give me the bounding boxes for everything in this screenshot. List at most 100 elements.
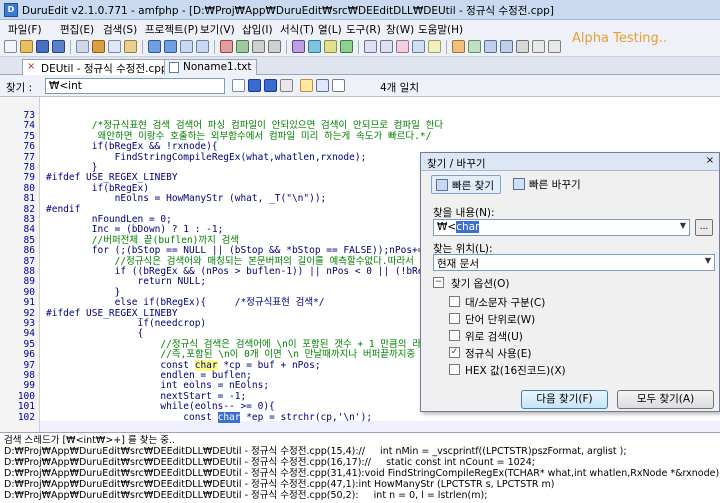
regex-toggle-icon[interactable] (316, 79, 329, 92)
line-number-icon[interactable] (380, 40, 393, 53)
dialog-close-icon[interactable]: × (703, 155, 717, 168)
find-option-label: 대/소문자 구분(C) (465, 297, 546, 309)
toolbar-separator (214, 40, 215, 54)
tools-icon[interactable] (452, 40, 465, 53)
title-bar: D DuruEdit v2.1.0.771 - amfphp - [D:₩Pro… (0, 0, 720, 20)
menu-tools[interactable]: 도구(R) (346, 22, 381, 37)
bookmark-icon[interactable] (220, 40, 233, 53)
tab-quick-replace[interactable]: 빠른 바꾸기 (509, 175, 587, 194)
checkbox[interactable] (449, 364, 460, 375)
look-in-combo[interactable]: 현재 문서 ▼ (433, 254, 715, 271)
save-all-icon[interactable] (52, 40, 65, 53)
output-line[interactable]: D:₩Proj₩App₩DuruEdit₩src₩DEEditDLL₩DEUti… (4, 457, 535, 468)
output-pane-icon[interactable] (500, 40, 513, 53)
menu-format[interactable]: 서식(T) (280, 22, 314, 37)
output-line[interactable]: D:₩Proj₩App₩DuruEdit₩src₩DEEditDLL₩DEUti… (4, 446, 627, 457)
tab-quick-find[interactable]: 빠른 찾기 (431, 175, 501, 194)
checkbox[interactable]: ✓ (449, 347, 460, 358)
close-document-icon[interactable] (548, 40, 561, 53)
menu-edit[interactable]: 편집(E) (60, 22, 94, 37)
tab-quick-replace-label: 빠른 바꾸기 (529, 179, 581, 191)
tab-noname1[interactable]: Noname1.txt (164, 59, 257, 75)
find-next-button[interactable]: 다음 찾기(F) (521, 390, 608, 409)
find-previous-icon[interactable] (248, 79, 261, 92)
find-icon[interactable] (180, 40, 193, 53)
macro-record-icon[interactable] (292, 40, 305, 53)
menu-column[interactable]: 열(L) (318, 22, 342, 37)
find-option-label: HEX 값(16진코드)(X) (465, 365, 566, 377)
compile-icon[interactable] (324, 40, 337, 53)
outdent-icon[interactable] (268, 40, 281, 53)
column-mode-icon[interactable] (412, 40, 425, 53)
document-tab-bar: × DEUtil - 정규식 수정전.cpp Noname1.txt (0, 57, 720, 75)
output-line[interactable]: D:₩Proj₩App₩DuruEdit₩src₩DEEditDLL₩DEUti… (4, 479, 555, 490)
chevron-down-icon[interactable]: ▼ (680, 221, 686, 230)
open-folder-icon[interactable] (20, 40, 33, 53)
settings-icon[interactable] (532, 40, 545, 53)
quick-find-bar: 찾기 : ₩<int 4개 일치 (0, 75, 720, 97)
match-case-icon[interactable] (332, 79, 345, 92)
find-what-combo[interactable]: ₩<char ▼ (433, 219, 690, 236)
output-pane[interactable]: 검색 스레드가 [₩<int₩>+] 를 찾는 중.. D:₩Proj₩App₩D… (0, 432, 720, 503)
checkbox[interactable] (449, 330, 460, 341)
undo-icon[interactable] (148, 40, 161, 53)
font-icon[interactable] (396, 40, 409, 53)
menu-search[interactable]: 검색(S) (103, 22, 137, 37)
search-match: char (194, 359, 218, 371)
copy-icon[interactable] (108, 40, 121, 53)
search-icon (436, 179, 448, 191)
goto-icon[interactable] (236, 40, 249, 53)
word-wrap-icon[interactable] (364, 40, 377, 53)
find-all-button[interactable]: 모두 찾기(A) (617, 390, 714, 409)
menu-window[interactable]: 창(W) (386, 22, 414, 37)
toolbar-separator (446, 40, 447, 54)
print-icon[interactable] (76, 40, 89, 53)
code-line: nEolns = HowManyStr (what, _T("\n")); (46, 193, 327, 205)
quick-find-input[interactable]: ₩<int (45, 78, 225, 94)
menu-project[interactable]: 프로젝트(P) (145, 22, 198, 37)
find-what-prefix: ₩< (437, 221, 457, 233)
tab-close-icon[interactable]: × (27, 61, 35, 72)
cut-icon[interactable] (92, 40, 105, 53)
menu-file[interactable]: 파일(F) (8, 22, 42, 37)
menu-view[interactable]: 보기(V) (200, 22, 235, 37)
collapse-icon[interactable]: − (433, 277, 444, 288)
output-line[interactable]: D:₩Proj₩App₩DuruEdit₩src₩DEEditDLL₩DEUti… (4, 490, 487, 501)
find-what-label: 찾을 내용(N): (433, 207, 495, 219)
browse-button[interactable]: ... (695, 219, 713, 236)
tab-deutil[interactable]: × DEUtil - 정규식 수정전.cpp (22, 59, 173, 75)
alpha-testing-banner: Alpha Testing.. (572, 31, 668, 46)
checkbox[interactable] (449, 296, 460, 307)
find-options-icon[interactable] (280, 79, 293, 92)
toolbar-separator (286, 40, 287, 54)
toolbar-separator (70, 40, 71, 54)
tab-label: DEUtil - 정규식 수정전.cpp (41, 63, 168, 75)
replace-icon[interactable] (196, 40, 209, 53)
new-file-icon[interactable] (4, 40, 17, 53)
checkbox[interactable] (449, 313, 460, 324)
chevron-down-icon[interactable]: ▼ (705, 256, 711, 265)
output-line[interactable]: D:₩Proj₩App₩DuruEdit₩src₩DEEditDLL₩DEUti… (4, 468, 719, 479)
project-icon[interactable] (468, 40, 481, 53)
highlight-icon[interactable] (300, 79, 313, 92)
menu-help[interactable]: 도움말(H) (418, 22, 463, 37)
menu-insert[interactable]: 삽입(I) (242, 22, 273, 37)
save-icon[interactable] (36, 40, 49, 53)
fullscreen-icon[interactable] (516, 40, 529, 53)
redo-icon[interactable] (164, 40, 177, 53)
paste-icon[interactable] (124, 40, 137, 53)
find-option-label: 위로 검색(U) (465, 331, 523, 343)
macro-play-icon[interactable] (308, 40, 321, 53)
dropdown-icon[interactable] (232, 79, 245, 92)
dialog-title-bar: 찾기 / 바꾸기 × (421, 153, 719, 171)
look-in-value: 현재 문서 (437, 258, 479, 270)
run-icon[interactable] (340, 40, 353, 53)
output-line[interactable]: 검색 스레드가 [₩<int₩>+] 를 찾는 중.. (4, 435, 175, 446)
line-number: 102 (17, 411, 35, 423)
options-icon[interactable] (428, 40, 441, 53)
toolbar-separator (358, 40, 359, 54)
tab-quick-find-label: 빠른 찾기 (452, 180, 494, 192)
indent-icon[interactable] (252, 40, 265, 53)
sidebar-icon[interactable] (484, 40, 497, 53)
find-next-icon[interactable] (264, 79, 277, 92)
